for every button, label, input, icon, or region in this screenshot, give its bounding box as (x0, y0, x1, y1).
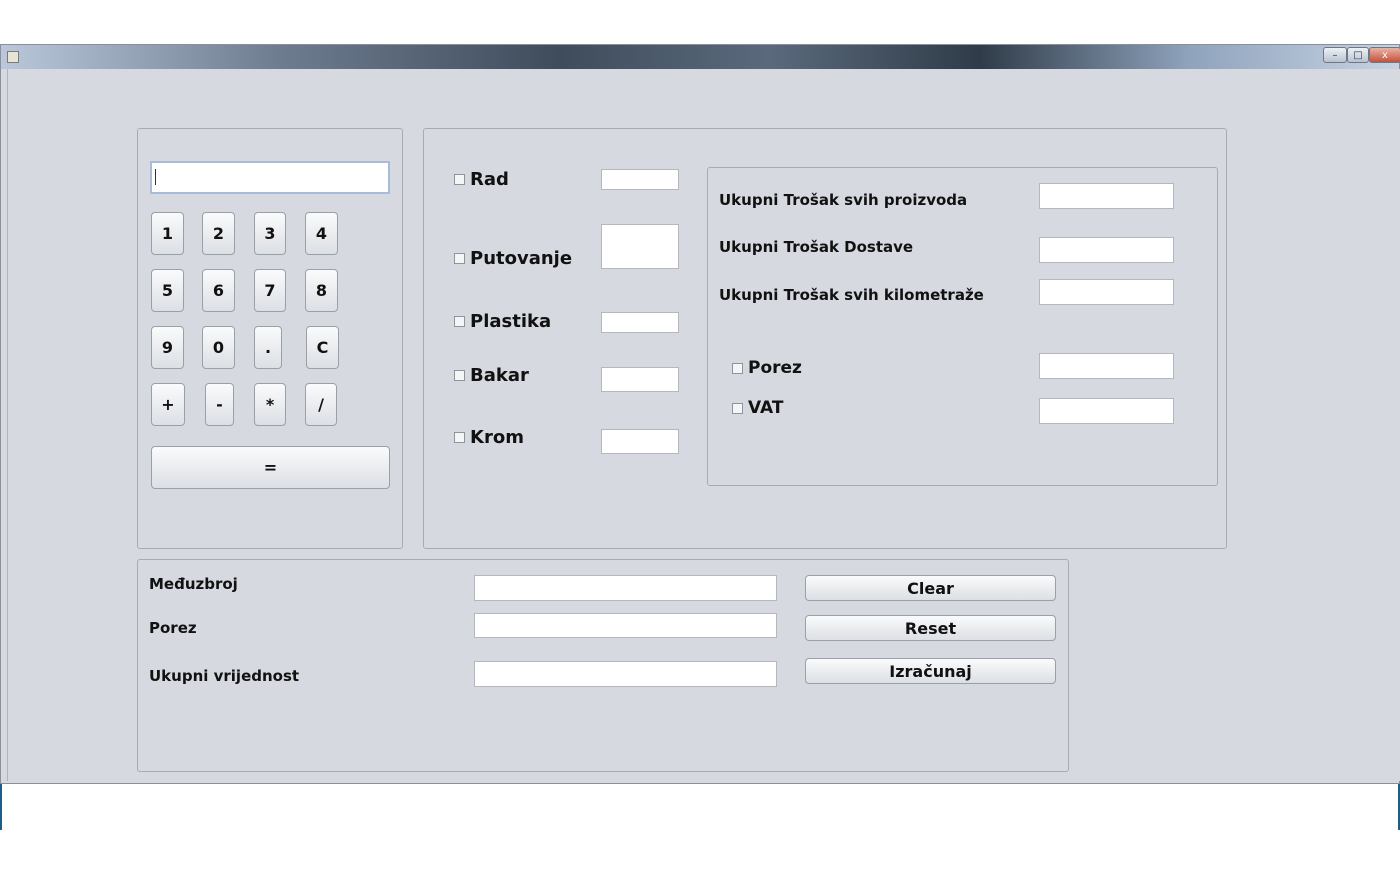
checkbox-bakar[interactable]: Bakar (454, 365, 529, 386)
key-4[interactable]: 4 (305, 212, 338, 255)
total-products-label: Ukupni Trošak svih proizvoda (719, 191, 968, 209)
calculator-panel: 1 2 3 4 5 6 7 8 9 0 . C + - * / = (137, 128, 403, 549)
checkbox-box[interactable] (454, 174, 465, 185)
totals-panel: Ukupni Trošak svih proizvoda Ukupni Troš… (707, 167, 1218, 486)
vat-label: VAT (748, 398, 784, 418)
key-1[interactable]: 1 (151, 212, 184, 255)
close-button[interactable]: x (1369, 47, 1400, 63)
izracunaj-button[interactable]: Izračunaj (805, 658, 1056, 684)
equals-button[interactable]: = (151, 446, 390, 489)
checkbox-porez[interactable]: Porez (732, 358, 802, 378)
krom-label: Krom (470, 427, 524, 448)
checkbox-box[interactable] (454, 370, 465, 381)
summary-panel: Međuzbroj Clear Porez Reset Ukupni vrije… (137, 559, 1069, 772)
checkbox-box[interactable] (732, 362, 743, 374)
key-0[interactable]: 0 (202, 326, 235, 369)
app-window: – □ x 1 2 3 4 5 6 7 8 9 0 . C + - * / = (0, 44, 1400, 784)
desktop-edge-left (0, 784, 2, 830)
title-bar[interactable]: – □ x (1, 45, 1400, 69)
porez-field[interactable] (1039, 353, 1174, 379)
checkbox-box[interactable] (454, 316, 465, 327)
total-delivery-field[interactable] (1039, 237, 1174, 263)
reset-button[interactable]: Reset (805, 615, 1056, 641)
key-divide[interactable]: / (305, 383, 337, 426)
minimize-button[interactable]: – (1323, 47, 1347, 63)
key-2[interactable]: 2 (202, 212, 235, 255)
checkbox-box[interactable] (732, 402, 743, 414)
bakar-label: Bakar (470, 365, 529, 386)
meduzbroj-label: Međuzbroj (149, 575, 238, 593)
total-mileage-field[interactable] (1039, 279, 1174, 305)
checkbox-plastika[interactable]: Plastika (454, 311, 551, 332)
bakar-field[interactable] (601, 367, 679, 392)
checkbox-rad[interactable]: Rad (454, 169, 509, 190)
putovanje-field[interactable] (601, 224, 679, 269)
key-minus[interactable]: - (205, 383, 234, 426)
meduzbroj-field[interactable] (474, 575, 777, 601)
key-decimal[interactable]: . (254, 326, 282, 369)
key-7[interactable]: 7 (254, 269, 286, 312)
checkbox-vat[interactable]: VAT (732, 398, 783, 418)
key-multiply[interactable]: * (254, 383, 286, 426)
plastika-label: Plastika (470, 311, 552, 332)
porez-label: Porez (748, 358, 802, 378)
text-caret (155, 169, 156, 185)
rad-label: Rad (470, 169, 509, 190)
content-pane: 1 2 3 4 5 6 7 8 9 0 . C + - * / = Rad Pu… (7, 69, 1400, 781)
total-mileage-label: Ukupni Trošak svih kilometraže (719, 286, 984, 304)
putovanje-label: Putovanje (470, 248, 573, 269)
key-plus[interactable]: + (151, 383, 185, 426)
total-delivery-label: Ukupni Trošak Dostave (719, 238, 914, 256)
checkbox-box[interactable] (454, 253, 465, 264)
items-panel: Rad Putovanje Plastika Bakar Krom Ukupni… (423, 128, 1227, 549)
ukupni-label: Ukupni vrijednost (149, 667, 300, 685)
key-9[interactable]: 9 (151, 326, 184, 369)
ukupni-field[interactable] (474, 661, 777, 687)
key-5[interactable]: 5 (151, 269, 184, 312)
plastika-field[interactable] (601, 312, 679, 333)
porez-summary-field[interactable] (474, 613, 777, 638)
key-6[interactable]: 6 (202, 269, 235, 312)
key-8[interactable]: 8 (305, 269, 338, 312)
checkbox-putovanje[interactable]: Putovanje (454, 248, 572, 269)
key-clear[interactable]: C (306, 326, 339, 369)
vat-field[interactable] (1039, 398, 1174, 424)
checkbox-box[interactable] (454, 432, 465, 443)
clear-button[interactable]: Clear (805, 575, 1056, 601)
krom-field[interactable] (601, 429, 679, 454)
porez-summary-label: Porez (149, 619, 197, 637)
rad-field[interactable] (601, 169, 679, 190)
calculator-display[interactable] (150, 161, 390, 194)
key-3[interactable]: 3 (254, 212, 286, 255)
java-app-icon (7, 51, 19, 63)
total-products-field[interactable] (1039, 183, 1174, 209)
desktop-background (0, 784, 1400, 830)
maximize-button[interactable]: □ (1347, 47, 1369, 63)
checkbox-krom[interactable]: Krom (454, 427, 524, 448)
